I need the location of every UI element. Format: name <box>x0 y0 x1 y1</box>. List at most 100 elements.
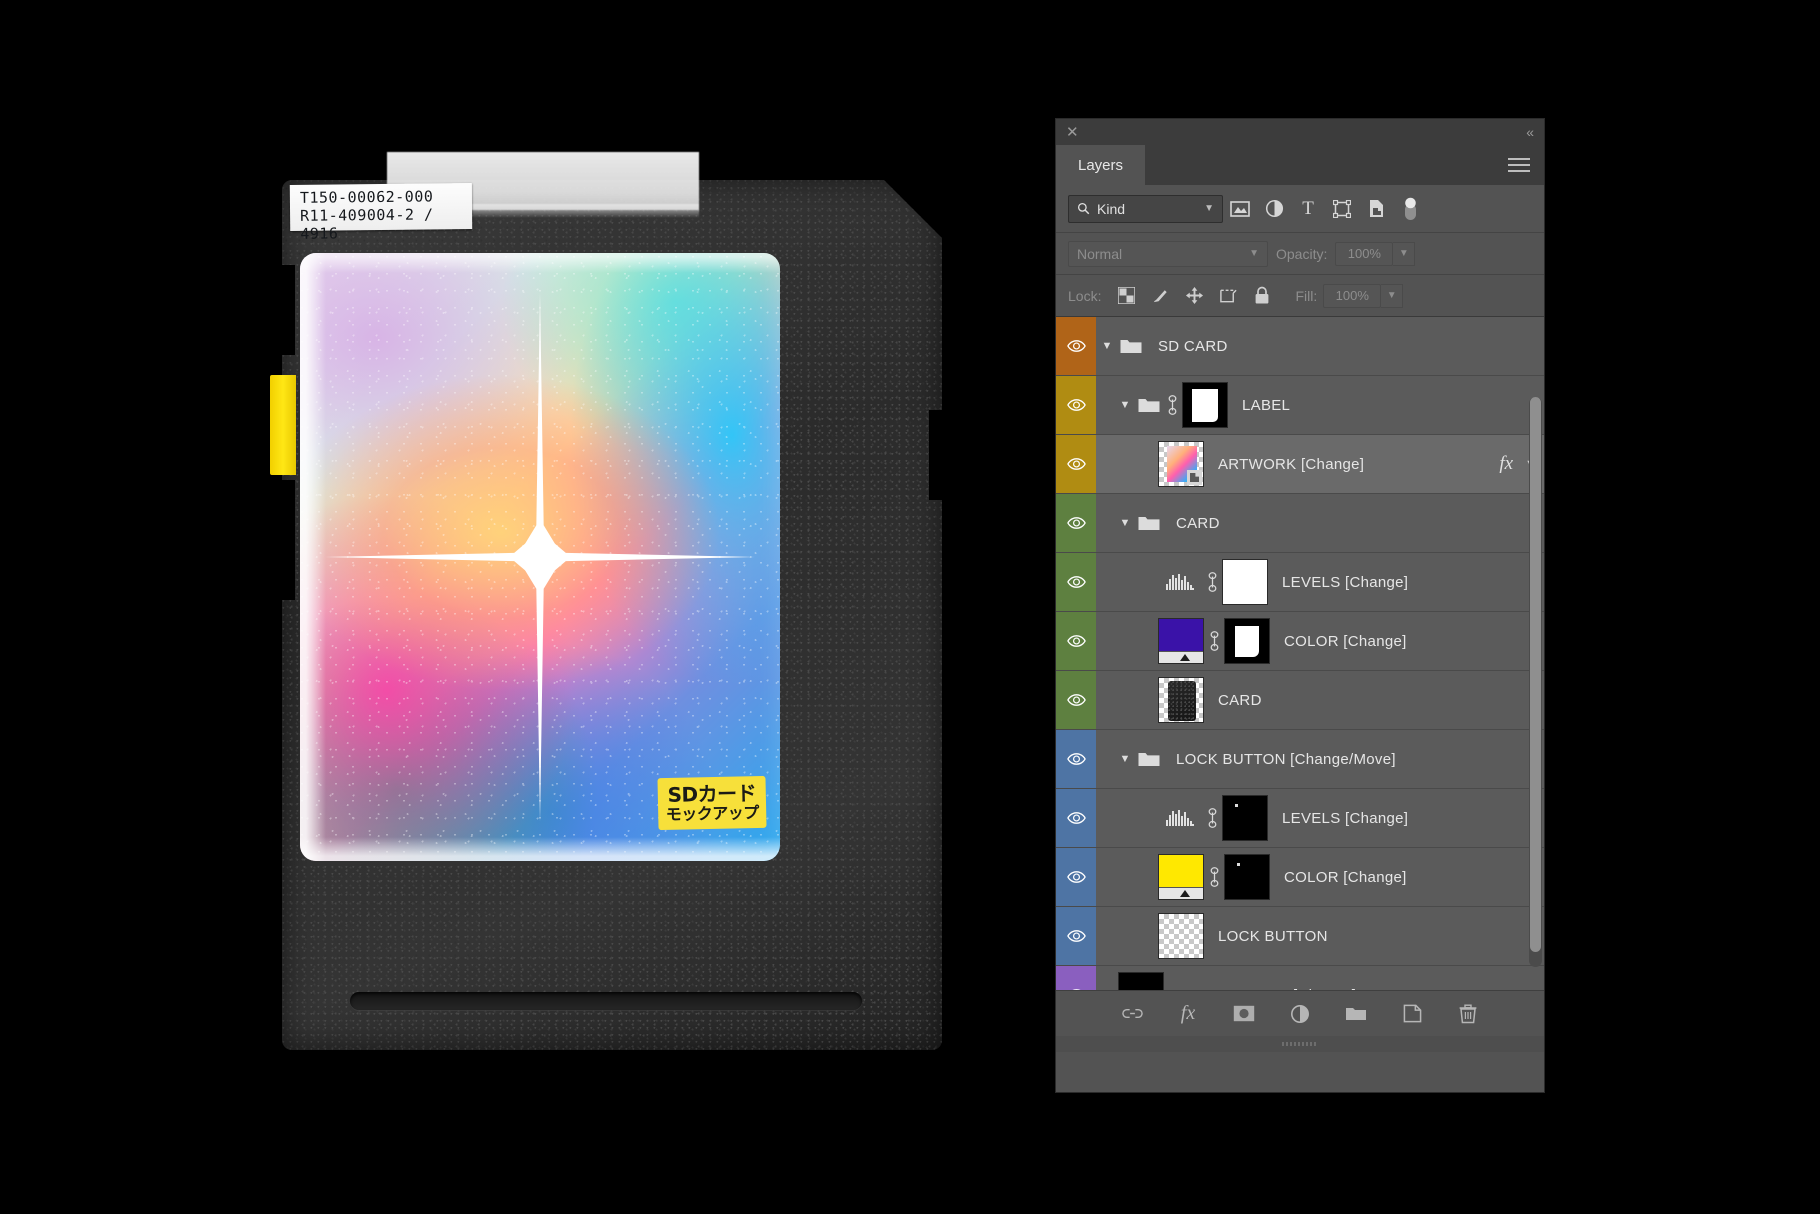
solid-color-thumbnail[interactable] <box>1118 972 1164 990</box>
lock-all-icon[interactable] <box>1245 286 1279 305</box>
layer-visibility-icon[interactable] <box>1066 753 1086 765</box>
lock-transparent-pixels-icon[interactable] <box>1109 287 1143 304</box>
layer-color-chip[interactable] <box>1056 494 1096 552</box>
link-mask-icon[interactable] <box>1202 572 1222 592</box>
layer-color-chip[interactable] <box>1056 907 1096 965</box>
layer-color-chip[interactable] <box>1056 553 1096 611</box>
layer-list[interactable]: ▼ SD CARD ▼ LABEL ARTWORK [Change] fx ▼ ▼ CARD LE… <box>1056 317 1544 990</box>
blend-mode-select[interactable]: Normal ▼ <box>1068 240 1268 267</box>
layer-mask-thumbnail[interactable] <box>1224 854 1270 900</box>
layer-thumbnail[interactable] <box>1158 441 1204 487</box>
opacity-stepper[interactable]: ▼ <box>1393 241 1416 266</box>
panel-footer-toolbar: fx <box>1056 990 1544 1036</box>
layer-mask-thumbnail[interactable] <box>1224 618 1270 664</box>
filter-toggle-switch[interactable] <box>1393 197 1427 221</box>
filter-kind-select[interactable]: Kind ▼ <box>1068 194 1223 223</box>
filter-pixel-layers-icon[interactable] <box>1223 200 1257 217</box>
filter-smart-object-icon[interactable] <box>1359 199 1393 218</box>
layer-row[interactable]: LOCK BUTTON <box>1056 907 1544 966</box>
layer-mask-thumbnail[interactable] <box>1222 795 1268 841</box>
new-adjustment-layer-button[interactable] <box>1287 1001 1313 1027</box>
opacity-input[interactable]: 100% <box>1335 241 1394 266</box>
layer-style-fx-button[interactable]: fx <box>1175 1001 1201 1027</box>
layer-visibility-icon[interactable] <box>1066 871 1086 883</box>
new-group-button[interactable] <box>1343 1001 1369 1027</box>
layer-color-chip[interactable] <box>1056 671 1096 729</box>
layer-visibility-icon[interactable] <box>1066 399 1086 411</box>
layer-visibility-icon[interactable] <box>1066 635 1086 647</box>
group-disclosure-icon[interactable]: ▼ <box>1096 340 1118 352</box>
layer-visibility-icon[interactable] <box>1067 989 1086 990</box>
new-layer-button[interactable] <box>1399 1001 1425 1027</box>
link-layers-button[interactable] <box>1119 1001 1145 1027</box>
link-mask-icon[interactable] <box>1166 395 1179 415</box>
layer-row[interactable]: BACKGROUND [Change] <box>1056 966 1544 990</box>
layer-row[interactable]: LEVELS [Change] <box>1056 789 1544 848</box>
layer-visibility-icon[interactable] <box>1066 517 1086 529</box>
fx-icon[interactable]: fx <box>1499 453 1513 475</box>
group-disclosure-icon[interactable]: ▼ <box>1114 517 1136 529</box>
collapse-panel-icon[interactable]: « <box>1526 124 1534 140</box>
layer-color-chip[interactable] <box>1056 612 1096 670</box>
link-mask-icon[interactable] <box>1206 572 1219 592</box>
layer-color-chip[interactable] <box>1056 317 1096 375</box>
link-mask-icon[interactable] <box>1162 395 1182 415</box>
tab-layers[interactable]: Layers <box>1056 145 1147 185</box>
link-mask-icon[interactable] <box>1204 631 1224 651</box>
layer-mask-thumbnail[interactable] <box>1182 382 1228 428</box>
layer-row[interactable]: ▼ LOCK BUTTON [Change/Move] <box>1056 730 1544 789</box>
layer-mask-thumbnail[interactable] <box>1222 559 1268 605</box>
layer-row[interactable]: ▼ CARD <box>1056 494 1544 553</box>
layer-color-chip[interactable] <box>1056 730 1096 788</box>
layer-row[interactable]: COLOR [Change] <box>1056 848 1544 907</box>
badge-line-2: モックアップ <box>665 802 759 824</box>
panel-resize-grip[interactable] <box>1056 1036 1544 1052</box>
layer-thumbnail[interactable] <box>1158 677 1204 723</box>
link-mask-icon[interactable] <box>1206 808 1219 828</box>
layer-row[interactable]: LEVELS [Change] <box>1056 553 1544 612</box>
filter-adjustment-layers-icon[interactable] <box>1257 199 1291 218</box>
lock-artboard-nesting-icon[interactable] <box>1211 287 1245 305</box>
lock-image-pixels-icon[interactable] <box>1143 286 1177 305</box>
layer-visibility-icon[interactable] <box>1066 458 1086 470</box>
layer-visibility-icon[interactable] <box>1066 340 1086 352</box>
layer-color-chip[interactable] <box>1056 435 1096 493</box>
layer-thumbnail[interactable] <box>1158 913 1204 959</box>
layer-row[interactable]: ▼ SD CARD <box>1056 317 1544 376</box>
delete-layer-button[interactable] <box>1455 1001 1481 1027</box>
group-disclosure-icon[interactable]: ▼ <box>1114 753 1136 765</box>
layer-row[interactable]: ▼ LABEL <box>1056 376 1544 435</box>
add-layer-mask-button[interactable] <box>1231 1001 1257 1027</box>
link-mask-icon[interactable] <box>1202 808 1222 828</box>
card-right-notch <box>929 410 943 500</box>
filter-shape-layers-icon[interactable] <box>1325 199 1359 218</box>
layer-row[interactable]: CARD <box>1056 671 1544 730</box>
layer-visibility-icon[interactable] <box>1066 576 1086 588</box>
layer-name-label: BACKGROUND [Change] <box>1178 987 1356 991</box>
layer-color-chip[interactable] <box>1056 376 1096 434</box>
panel-menu-icon[interactable] <box>1508 158 1530 172</box>
link-mask-icon[interactable] <box>1208 867 1221 887</box>
levels-thumbnail[interactable] <box>1158 808 1202 828</box>
layer-visibility-icon[interactable] <box>1066 812 1086 824</box>
link-mask-icon[interactable] <box>1208 631 1221 651</box>
layer-row-content: COLOR [Change] <box>1096 612 1544 670</box>
layer-row[interactable]: ARTWORK [Change]fx▼ <box>1056 435 1544 494</box>
group-disclosure-icon[interactable]: ▼ <box>1114 399 1136 411</box>
layer-visibility-icon[interactable] <box>1066 694 1086 706</box>
layer-visibility-icon[interactable] <box>1066 930 1086 942</box>
layer-row[interactable]: COLOR [Change] <box>1056 612 1544 671</box>
layer-color-chip[interactable] <box>1056 848 1096 906</box>
lock-position-icon[interactable] <box>1177 286 1211 305</box>
layer-color-chip[interactable] <box>1056 966 1096 990</box>
fill-stepper[interactable]: ▼ <box>1381 283 1404 308</box>
layer-color-chip[interactable] <box>1056 789 1096 847</box>
close-icon[interactable]: ✕ <box>1066 125 1079 140</box>
link-mask-icon[interactable] <box>1204 867 1224 887</box>
levels-thumbnail[interactable] <box>1158 572 1202 592</box>
solid-color-thumbnail[interactable] <box>1158 618 1204 664</box>
layer-list-scrollbar[interactable] <box>1529 397 1542 967</box>
fill-input[interactable]: 100% <box>1323 283 1382 308</box>
solid-color-thumbnail[interactable] <box>1158 854 1204 900</box>
filter-type-layers-icon[interactable]: T <box>1291 198 1325 220</box>
